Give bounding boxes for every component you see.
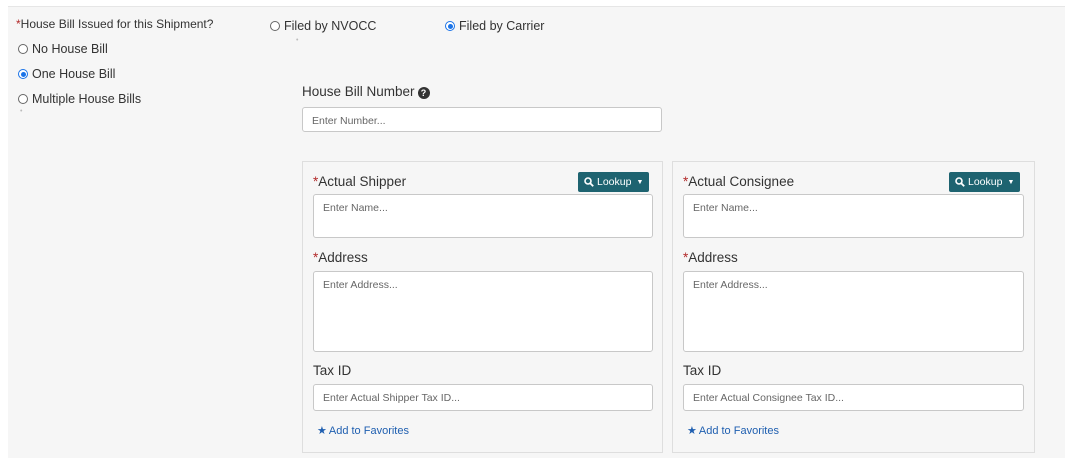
consignee-address-label: *Address xyxy=(683,250,738,265)
radio-circle-icon[interactable] xyxy=(18,69,28,79)
radio-circle-icon[interactable] xyxy=(18,94,28,104)
actual-shipper-label-text: Actual Shipper xyxy=(318,174,407,189)
house-bill-number-label-text: House Bill Number xyxy=(302,84,415,99)
caret-down-icon: ▼ xyxy=(636,178,644,186)
consignee-lookup-button[interactable]: Lookup ▼ xyxy=(949,172,1021,192)
shipper-name-input[interactable]: Enter Name... xyxy=(313,194,653,238)
shipper-add-to-favorites-link[interactable]: ★ Add to Favorites xyxy=(317,424,409,438)
star-icon: ★ xyxy=(317,425,327,437)
actual-consignee-label: *Actual Consignee xyxy=(683,174,794,189)
consignee-address-label-text: Address xyxy=(688,250,738,265)
radio-filed-by-nvocc[interactable]: Filed by NVOCC xyxy=(270,19,376,33)
shipper-address-label: *Address xyxy=(313,250,368,265)
favorites-label: Add to Favorites xyxy=(698,424,779,437)
house-bill-question-text: House Bill Issued for this Shipment? xyxy=(20,17,214,31)
consignee-panel: *Actual Consignee Lookup ▼ Enter Name...… xyxy=(672,161,1035,453)
actual-shipper-label: *Actual Shipper xyxy=(313,174,406,189)
radio-one-house-bill[interactable]: One House Bill xyxy=(18,67,115,81)
radio-circle-icon[interactable] xyxy=(445,21,455,31)
shipper-lookup-button[interactable]: Lookup ▼ xyxy=(578,172,650,192)
lookup-label: Lookup xyxy=(597,176,632,188)
radio-label: Multiple House Bills xyxy=(32,92,142,106)
validation-dot: • xyxy=(296,37,299,44)
caret-down-icon: ▼ xyxy=(1007,178,1015,186)
search-icon xyxy=(584,177,594,187)
radio-filed-by-carrier[interactable]: Filed by Carrier xyxy=(445,19,544,33)
star-icon: ★ xyxy=(687,425,697,437)
radio-multiple-house-bills[interactable]: Multiple House Bills xyxy=(18,92,141,106)
validation-dot: • xyxy=(20,108,23,115)
search-icon xyxy=(955,177,965,187)
radio-label: Filed by Carrier xyxy=(459,19,545,33)
shipper-panel: *Actual Shipper Lookup ▼ Enter Name... *… xyxy=(302,161,663,453)
consignee-name-input[interactable]: Enter Name... xyxy=(683,194,1024,238)
actual-consignee-label-text: Actual Consignee xyxy=(688,174,795,189)
lookup-label: Lookup xyxy=(968,176,1003,188)
radio-circle-icon[interactable] xyxy=(18,44,28,54)
radio-label: One House Bill xyxy=(32,67,116,81)
radio-label: No House Bill xyxy=(32,42,108,56)
consignee-tax-id-input[interactable]: Enter Actual Consignee Tax ID... xyxy=(683,384,1024,411)
favorites-label: Add to Favorites xyxy=(328,424,409,437)
shipper-address-textarea[interactable]: Enter Address... xyxy=(313,271,653,352)
house-bill-number-input[interactable]: Enter Number... xyxy=(302,107,662,132)
house-bill-form: *House Bill Issued for this Shipment? No… xyxy=(8,6,1065,458)
shipper-tax-id-label: Tax ID xyxy=(313,363,352,378)
house-bill-question: *House Bill Issued for this Shipment? xyxy=(16,17,213,31)
question-circle-icon[interactable]: ? xyxy=(417,87,430,99)
radio-label: Filed by NVOCC xyxy=(284,19,377,33)
shipper-tax-id-input[interactable]: Enter Actual Shipper Tax ID... xyxy=(313,384,653,411)
consignee-address-textarea[interactable]: Enter Address... xyxy=(683,271,1024,352)
radio-no-house-bill[interactable]: No House Bill xyxy=(18,42,108,56)
consignee-add-to-favorites-link[interactable]: ★ Add to Favorites xyxy=(687,424,779,438)
house-bill-number-label: House Bill Number? xyxy=(302,84,430,99)
shipper-address-label-text: Address xyxy=(318,250,368,265)
consignee-tax-id-label: Tax ID xyxy=(683,363,722,378)
radio-circle-icon[interactable] xyxy=(270,21,280,31)
